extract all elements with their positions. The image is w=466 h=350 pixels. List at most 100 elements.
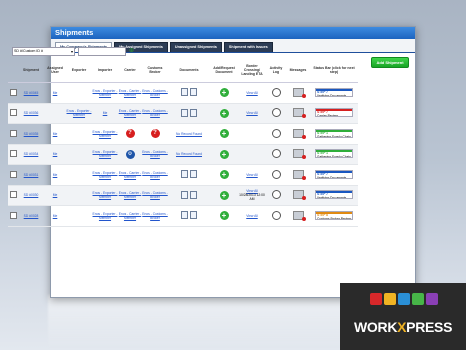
clock-icon[interactable] [271, 128, 281, 138]
shipment-link[interactable]: SD #0034 [24, 152, 39, 156]
message-icon[interactable] [292, 87, 306, 98]
message-icon[interactable] [292, 210, 306, 221]
row-checkbox[interactable] [9, 129, 17, 137]
importer-link[interactable]: Enos - Exporter - Member [93, 171, 118, 179]
view-all-link[interactable]: View All [246, 173, 257, 177]
message-icon[interactable] [292, 190, 306, 201]
carrier-link[interactable]: Enos - Carrier - Member [119, 212, 142, 220]
document-icon[interactable] [181, 88, 188, 97]
shipment-link[interactable]: SD #0036 [24, 111, 39, 115]
status-bar[interactable]: STEP 7 Carrier Review [315, 108, 353, 118]
view-all-link[interactable]: View All [246, 91, 257, 95]
row-checkbox[interactable] [9, 88, 17, 96]
broker-link[interactable]: Enos - Customs - Broker [142, 212, 167, 220]
clock-icon[interactable] [271, 149, 281, 159]
view-all-link[interactable]: View All [246, 111, 257, 115]
search-field-select[interactable]: SD #/Custom ID # ▾ [12, 46, 75, 56]
status-bar[interactable]: STEP 1 Gathering Supply Chain [315, 128, 353, 138]
add-document-icon[interactable]: + [219, 129, 229, 139]
broker-link[interactable]: Enos - Customs - Broker [142, 89, 167, 97]
broker-link[interactable]: Enos - Customs - Broker [142, 109, 167, 117]
broker-link[interactable]: Enos - Customs - Broker [142, 171, 167, 179]
eta-value: 10/28/2013 12:00 AM [239, 193, 265, 202]
document-icon[interactable] [190, 170, 197, 179]
add-document-icon[interactable]: + [219, 88, 229, 98]
table-row: SD #0045 Me Enos - Exporter - Member Enos -… [8, 82, 358, 104]
assigned-user-link[interactable]: Me [53, 132, 58, 136]
row-checkbox[interactable] [9, 170, 17, 178]
status-substep: Verifying Documents [317, 175, 347, 179]
shipment-link[interactable]: SD #0045 [24, 91, 39, 95]
document-icon[interactable] [190, 108, 197, 117]
status-bar[interactable]: STEP 7 Verifying Documents [315, 87, 353, 97]
message-icon[interactable] [292, 149, 306, 160]
assigned-user-link[interactable]: Me [53, 214, 58, 218]
status-cell: STEP 7 Verifying Documents [310, 164, 358, 186]
importer-link[interactable]: Me [103, 111, 108, 115]
document-icon[interactable] [181, 190, 188, 199]
clock-icon[interactable] [271, 87, 281, 97]
document-icon[interactable] [190, 211, 197, 220]
search-input[interactable] [78, 46, 126, 56]
shipment-link[interactable]: SD #0028 [24, 214, 39, 218]
assigned-user-link[interactable]: Me [53, 173, 58, 177]
missing-broker-icon[interactable]: ? [150, 129, 160, 139]
view-all-link[interactable]: View All [246, 214, 257, 218]
importer-link[interactable]: Enos - Exporter - Member [93, 150, 118, 158]
broker-link[interactable]: Enos - Customs - Broker [142, 191, 167, 199]
importer-link[interactable]: Enos - Exporter - Member [93, 89, 118, 97]
add-document-icon[interactable]: + [219, 211, 229, 221]
row-checkbox[interactable] [9, 191, 17, 199]
add-document-icon[interactable]: + [219, 149, 229, 159]
row-checkbox[interactable] [9, 109, 17, 117]
document-icon[interactable] [181, 108, 188, 117]
status-bar[interactable]: STEP 8 Customs Broker Review [315, 210, 353, 220]
document-icon[interactable] [181, 211, 188, 220]
carrier-icon[interactable]: ⚙ [125, 149, 135, 159]
message-icon[interactable] [292, 169, 306, 180]
add-shipment-button[interactable]: Add Shipment [371, 57, 409, 68]
status-bar[interactable]: STEP 1 Gathering Supply Chain [315, 149, 353, 159]
missing-carrier-icon[interactable]: ? [125, 129, 135, 139]
clock-icon[interactable] [271, 169, 281, 179]
tab-3[interactable]: Shipment with Issues [223, 42, 273, 52]
shipment-link[interactable]: SD #0031 [24, 173, 39, 177]
message-icon[interactable] [292, 108, 306, 119]
add-document-icon[interactable]: + [219, 190, 229, 200]
row-checkbox[interactable] [9, 150, 17, 158]
importer-cell: Enos - Exporter - Member [92, 205, 118, 227]
clock-icon[interactable] [271, 108, 281, 118]
importer-link[interactable]: Enos - Exporter - Member [93, 130, 118, 138]
user-cell: Me [44, 144, 66, 165]
carrier-link[interactable]: Enos - Carrier - Member [119, 89, 142, 97]
importer-link[interactable]: Enos - Exporter - Member [93, 212, 118, 220]
assigned-user-link[interactable]: Me [53, 91, 58, 95]
assigned-user-link[interactable]: Me [53, 152, 58, 156]
add-document-icon[interactable]: + [219, 170, 229, 180]
carrier-link[interactable]: Enos - Carrier - Member [119, 171, 142, 179]
row-checkbox[interactable] [9, 211, 17, 219]
chevron-down-icon: ▾ [70, 48, 73, 54]
add-document-cell: + [210, 185, 238, 206]
document-icon[interactable] [190, 88, 197, 97]
tab-2[interactable]: Unassigned Shipments [169, 42, 222, 52]
table-row: SD #0035 Me Enos - Exporter - Member?? No R… [8, 123, 358, 145]
status-bar[interactable]: STEP 7 Verifying Documents [315, 190, 353, 200]
status-bar[interactable]: STEP 7 Verifying Documents [315, 169, 353, 179]
document-icon[interactable] [181, 170, 188, 179]
status-cell: STEP 7 Verifying Documents [310, 82, 358, 104]
clock-icon[interactable] [271, 190, 281, 200]
clock-icon[interactable] [271, 210, 281, 220]
message-icon[interactable] [292, 128, 306, 139]
search-icon[interactable]: ⊕ [129, 48, 134, 55]
document-icon[interactable] [190, 190, 197, 199]
carrier-link[interactable]: Enos - Carrier - Member [119, 109, 142, 117]
broker-link[interactable]: Enos - Customs - Broker [142, 150, 167, 158]
assigned-user-link[interactable]: Me [53, 193, 58, 197]
shipment-link[interactable]: SD #0030 [24, 193, 39, 197]
add-document-icon[interactable]: + [219, 108, 229, 118]
shipment-link[interactable]: SD #0035 [24, 132, 39, 136]
carrier-link[interactable]: Enos - Carrier - Member [119, 191, 142, 199]
importer-link[interactable]: Enos - Exporter - Member [93, 191, 118, 199]
exporter-link[interactable]: Enos - Exporter - Member [67, 109, 92, 117]
